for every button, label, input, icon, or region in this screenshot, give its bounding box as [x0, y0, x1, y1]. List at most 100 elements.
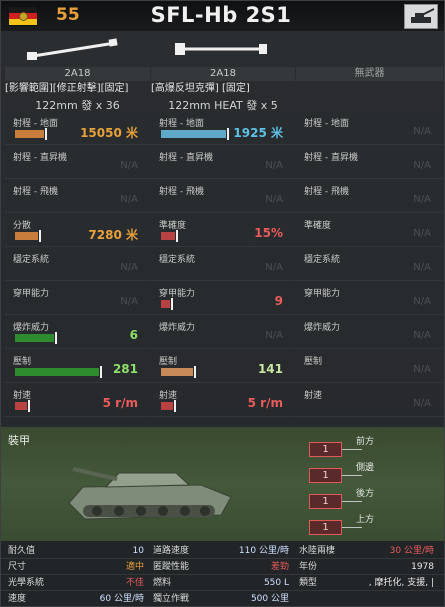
stat-row: 爆炸威力 N/A: [151, 318, 295, 349]
stat-row: 射程 - 地面 N/A: [296, 114, 443, 145]
stat-row: 穩定系統 N/A: [5, 250, 150, 281]
property-value: 適中: [125, 562, 144, 572]
armor-rear: 1 後方: [306, 486, 441, 512]
stat-row: 壓制 141: [151, 352, 295, 383]
stat-value: 9: [274, 294, 283, 308]
property-value: 差勁: [270, 562, 289, 572]
weapon-tags: [296, 81, 443, 97]
stat-row: 穿甲能力 9: [151, 284, 295, 315]
weapon-tags: [影響範圍][修正射擊][固定]: [5, 83, 129, 94]
stat-value: N/A: [413, 160, 431, 171]
property-value: 10: [132, 546, 144, 556]
property-label: 類型: [299, 578, 318, 588]
property-label: 速度: [8, 594, 27, 604]
stat-value: N/A: [265, 160, 283, 171]
stat-value: N/A: [413, 194, 431, 205]
stat-bar: [15, 366, 102, 378]
property-row: 耐久值 10 道路速度 110 公里/時 水陸兩棲 30 公里/時: [1, 543, 444, 559]
stat-label: 分散: [13, 221, 32, 231]
stat-label: 壓制: [159, 357, 178, 367]
armor-values: 1 前方 1 側邊 1 後方 1 上方: [306, 432, 441, 540]
stat-value: N/A: [265, 330, 283, 341]
stat-row: 射程 - 飛機 N/A: [151, 182, 295, 213]
stat-value: 281: [112, 362, 138, 376]
stat-row: 穩定系統 N/A: [151, 250, 295, 281]
stat-row: 穿甲能力 N/A: [296, 284, 443, 315]
stat-value: 7280 米: [88, 228, 138, 242]
stat-label: 穩定系統: [13, 255, 50, 265]
stat-value: N/A: [120, 296, 138, 307]
property-value: 30 公里/時: [389, 546, 434, 556]
stat-row: 射程 - 直昇機 N/A: [5, 148, 150, 179]
stat-label: 射程 - 地面: [13, 119, 58, 129]
armor-panel: 裝甲 1 前方 1 側邊 1 後方 1 上方: [1, 427, 444, 541]
stat-label: 射程 - 飛機: [159, 187, 204, 197]
stat-label: 準確度: [304, 221, 332, 231]
stat-value: 1925 米: [233, 126, 283, 140]
property-label: 水陸兩棲: [299, 546, 336, 556]
stat-label: 穿甲能力: [13, 289, 50, 299]
stat-row: 爆炸威力 6: [5, 318, 150, 349]
stat-bar: [161, 366, 196, 378]
stat-value: N/A: [120, 194, 138, 205]
property-label: 尺寸: [8, 562, 27, 572]
property-value: 1978: [411, 562, 434, 572]
property-value: 550 L: [263, 578, 289, 588]
stat-value: 15%: [254, 226, 283, 240]
unit-card: 55 SFL-Hb 2S1 2A18 [影響範圍][修正射擊][固定] 122m…: [0, 0, 445, 607]
stat-label: 射程 - 直昇機: [13, 153, 67, 163]
stat-label: 射程 - 飛機: [13, 187, 58, 197]
property-value: 500 公里: [250, 594, 289, 604]
weapon-name: 2A18: [151, 67, 295, 81]
stat-value: 141: [257, 362, 283, 376]
stat-row: 射程 - 地面 15050 米: [5, 114, 150, 145]
stat-label: 爆炸威力: [159, 323, 196, 333]
property-value: 110 公里/時: [238, 546, 289, 556]
stat-label: 壓制: [304, 357, 323, 367]
stat-value: 5 r/m: [247, 396, 283, 410]
stat-bar: [15, 332, 57, 344]
stat-label: 爆炸威力: [304, 323, 341, 333]
stat-row: 分散 7280 米: [5, 216, 150, 247]
weapon-column-1: 2A18 [影響範圍][修正射擊][固定] 122mm 發 x 36 射程 - …: [5, 67, 150, 422]
property-label: 道路速度: [153, 546, 190, 556]
weapon-ammo: 122mm HEAT 發 x 5: [168, 99, 278, 112]
property-value: , 摩托化, 支援, |: [368, 578, 434, 588]
property-label: 光學系統: [8, 578, 45, 588]
unit-name: SFL-Hb 2S1: [150, 3, 292, 27]
howitzer-barrel-heat-icon: [171, 37, 271, 65]
stat-label: 爆炸威力: [13, 323, 50, 333]
stat-row: 射程 - 飛機 N/A: [296, 182, 443, 213]
stat-value: 5 r/m: [102, 396, 138, 410]
stat-bar: [161, 230, 178, 242]
armor-side: 1 側邊: [306, 460, 441, 486]
stat-value: N/A: [413, 364, 431, 375]
weapon-silhouettes: [1, 31, 444, 67]
stat-label: 穿甲能力: [304, 289, 341, 299]
stat-value: N/A: [413, 228, 431, 239]
stat-row: 穿甲能力 N/A: [5, 284, 150, 315]
self-propelled-artillery-icon: [404, 4, 438, 29]
stat-value: N/A: [413, 262, 431, 273]
stat-bar: [15, 400, 30, 412]
stat-row: 射速 5 r/m: [5, 386, 150, 417]
stat-value: N/A: [265, 262, 283, 273]
stat-bar: [161, 400, 176, 412]
property-label: 年份: [299, 562, 318, 572]
stat-value: N/A: [413, 296, 431, 307]
stat-label: 射程 - 直昇機: [304, 153, 358, 163]
unit-cost: 55: [56, 5, 80, 25]
property-row: 尺寸 適中 匿蹤性能 差勁 年份 1978: [1, 559, 444, 575]
2s1-vehicle-icon: [61, 445, 241, 539]
stat-row: 射程 - 直昇機 N/A: [296, 148, 443, 179]
howitzer-barrel-icon: [23, 37, 123, 65]
stat-label: 穩定系統: [304, 255, 341, 265]
stat-row: 射程 - 地面 1925 米: [151, 114, 295, 145]
property-label: 耐久值: [8, 546, 36, 556]
unit-properties: 耐久值 10 道路速度 110 公里/時 水陸兩棲 30 公里/時 尺寸 適中 匿蹤性能 差勁 年份…: [1, 541, 444, 606]
property-label: 燃料: [153, 578, 172, 588]
stat-row: 壓制 N/A: [296, 352, 443, 383]
stat-value: 6: [129, 328, 138, 342]
stat-row: 穩定系統 N/A: [296, 250, 443, 281]
stat-row: 準確度 N/A: [296, 216, 443, 247]
